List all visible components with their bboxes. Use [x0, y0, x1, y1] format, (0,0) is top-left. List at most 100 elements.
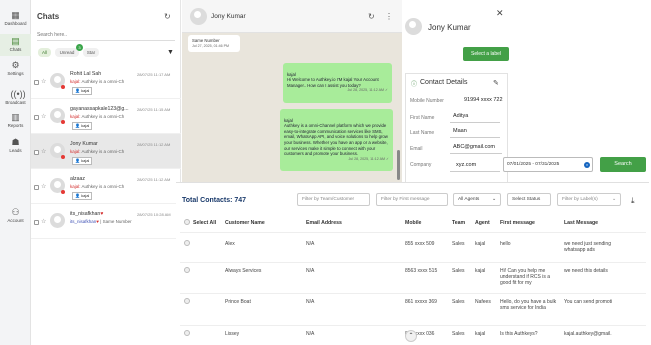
row-radio[interactable] — [184, 330, 190, 336]
refresh-icon[interactable]: ↻ — [368, 12, 375, 21]
last-message-cell: You can send promoti — [564, 299, 613, 305]
first-name-value[interactable]: Aditya — [453, 113, 468, 119]
dashboard-icon: ▦ — [11, 10, 20, 20]
chat-list-item[interactable]: ☆ its_nisafkhan♥ 28/07/25 10:28 AM its_n… — [31, 204, 181, 239]
column-header: Agent — [475, 220, 490, 226]
unread-dot — [61, 155, 65, 159]
nav-reports[interactable]: ▥ Reports — [0, 112, 31, 129]
column-header[interactable]: Select All — [193, 220, 216, 226]
row-checkbox[interactable] — [34, 115, 39, 120]
team-cell: Sales — [452, 331, 465, 337]
message-bubble-outgoing: kajal Authkey is a omni-Channel platform… — [280, 109, 393, 171]
agent-tag: 👤 kajal — [72, 122, 93, 130]
nav-broadcast[interactable]: ((•)) Broadcast — [0, 90, 31, 106]
contact-details-title: Contact Details — [420, 79, 468, 86]
refresh-icon[interactable]: ↻ — [164, 12, 171, 21]
edit-icon[interactable]: ✎ — [493, 79, 499, 87]
agents-select[interactable]: All Agents ⌄ — [453, 193, 501, 206]
chat-list-item[interactable]: ☆ alzaaz 28/07/25 11:12 AM kajal: Authke… — [31, 169, 181, 204]
chat-list-item[interactable]: ☆ Rohit Lal Sah 28/07/25 11:17 AM kajal:… — [31, 64, 181, 99]
email-cell: N/A — [306, 268, 315, 274]
left-nav: ▦ Dashboard ▤ Chats ⚙ Settings ((•)) Broadca… — [0, 0, 31, 345]
row-radio[interactable] — [184, 240, 190, 246]
date-range-input[interactable]: 07/01/2025 - 07/31/2025 — [503, 157, 593, 172]
filter-star-tab[interactable]: Star — [83, 48, 99, 57]
filter-funnel-icon[interactable]: ▼ — [167, 49, 174, 56]
nav-settings[interactable]: ⚙ Settings — [0, 60, 31, 77]
star-icon[interactable]: ☆ — [41, 183, 46, 190]
filter-first-message-input[interactable]: Filter by First message — [376, 193, 448, 206]
select-label-button[interactable]: Select a label — [463, 47, 509, 61]
row-radio[interactable] — [184, 298, 190, 304]
scroll-top-button[interactable]: ⌃ — [405, 330, 417, 342]
chat-scrollbar[interactable] — [397, 150, 400, 180]
agent-cell: kajal — [475, 331, 486, 337]
chat-search-input[interactable] — [37, 29, 175, 41]
status-select[interactable]: Select Status — [507, 193, 551, 206]
unread-count-badge: 3 — [76, 44, 83, 51]
preview-sender: kajal: — [70, 114, 81, 119]
star-icon[interactable]: ☆ — [41, 148, 46, 155]
chevron-down-icon: ⌄ — [611, 197, 616, 202]
column-header: Customer Name — [225, 220, 265, 226]
unread-dot — [61, 190, 65, 194]
field-label: First Name — [410, 115, 435, 121]
nav-account[interactable]: ⚇ Account — [0, 208, 31, 224]
filter-team-customer-input[interactable]: Filter by Team/Customer — [297, 193, 370, 206]
email-cell: N/A — [306, 241, 315, 247]
chat-icon: ▤ — [11, 36, 20, 46]
star-icon[interactable]: ☆ — [41, 78, 46, 85]
chat-list-item[interactable]: ☆ gayanassapkale123@g... 28/07/25 11:15 … — [31, 99, 181, 134]
select-all-radio[interactable] — [184, 219, 190, 225]
first-message-cell: Hello, do you have a bulk sms service fo… — [500, 299, 557, 311]
nav-leads[interactable]: ☗ Leads — [0, 138, 31, 154]
filter-all-tab[interactable]: All — [38, 48, 51, 57]
last-name-value[interactable]: Maan — [453, 128, 467, 134]
chat-time: 28/07/25 11:12 AM — [137, 142, 171, 147]
row-checkbox[interactable] — [34, 80, 39, 85]
last-message-cell: kajal.authkey@gmail. — [564, 331, 612, 337]
agent-cell: kajal — [475, 241, 486, 247]
download-icon[interactable]: ⤓ — [631, 196, 635, 206]
row-checkbox[interactable] — [34, 220, 39, 225]
field-label: Mobile Number — [410, 98, 444, 104]
company-value[interactable]: xyz.com — [456, 162, 476, 168]
column-header: Last Message — [564, 220, 599, 226]
more-options-icon[interactable]: ⋮ — [385, 12, 393, 21]
mobile-cell: 855 xxxx 509 — [405, 241, 435, 247]
filter-unread-tab[interactable]: Unread — [55, 48, 79, 57]
preview-sender: kajal: — [70, 79, 81, 84]
settings-icon: ⚙ — [11, 60, 20, 70]
chat-preview: Authkey is a omni-Ch — [81, 114, 125, 119]
nav-dashboard[interactable]: ▦ Dashboard — [0, 10, 31, 27]
search-button[interactable]: Search — [600, 157, 646, 172]
row-checkbox[interactable] — [34, 185, 39, 190]
column-header: Email Address — [306, 220, 342, 226]
label-filter-select[interactable]: Filter by Label(s) ⌄ — [557, 193, 621, 206]
chat-name: alzaaz — [70, 176, 85, 182]
chat-list-item-selected[interactable]: ☆ Jony Kumar 28/07/25 11:12 AM kajal: Au… — [31, 134, 181, 169]
total-contacts: Total Contacts: 747 — [182, 197, 247, 204]
column-header: First message — [500, 220, 535, 226]
first-message-cell: Is this Authkeys? — [500, 331, 538, 337]
chat-name: Jony Kumar — [70, 141, 98, 147]
preview-sender: kajal: — [70, 149, 81, 154]
row-checkbox[interactable] — [34, 150, 39, 155]
star-icon[interactable]: ☆ — [41, 113, 46, 120]
row-radio[interactable] — [184, 267, 190, 273]
customer-name: Always Services — [225, 268, 262, 274]
close-icon[interactable]: ✕ — [496, 8, 504, 19]
chat-preview: Authkey is a omni-Ch — [81, 149, 125, 154]
chat-conversation-pane: Jony Kumar ↻ ⋮ Same Number Jul 27, 2025, … — [182, 0, 402, 182]
agent-tag: 👤 kajal — [72, 192, 93, 200]
nav-chats[interactable]: ▤ Chats — [0, 34, 31, 56]
email-cell: N/A — [306, 299, 315, 305]
field-label: Last Name — [410, 130, 435, 136]
star-icon[interactable]: ☆ — [41, 218, 46, 225]
clear-date-icon[interactable]: × — [584, 162, 590, 168]
contact-avatar — [405, 18, 422, 35]
reports-icon: ▥ — [11, 112, 20, 122]
last-message-cell: we need this details — [564, 268, 608, 274]
email-value[interactable]: ABC@gmail.com — [453, 144, 495, 150]
chat-contact-name: Jony Kumar — [211, 13, 246, 20]
